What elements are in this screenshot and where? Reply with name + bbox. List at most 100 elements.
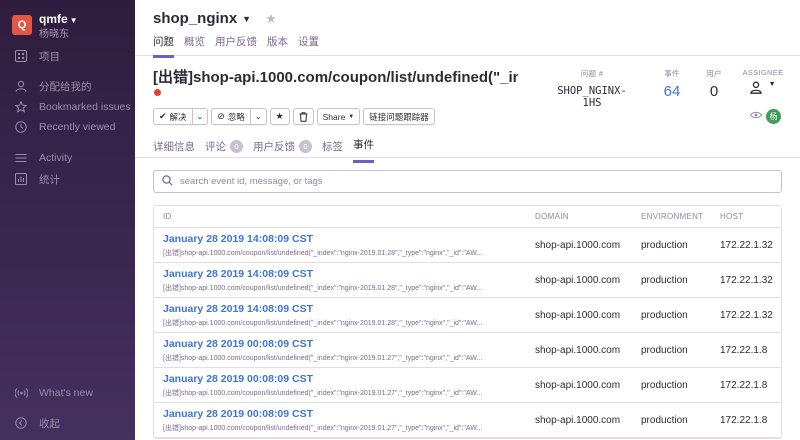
sidebar-item-recent[interactable]: Recently viewed [14,118,115,136]
event-link[interactable]: January 28 2019 14:08:09 CST [163,233,518,245]
event-domain: shop-api.1000.com [535,344,621,356]
chevron-down-icon: ▼ [242,13,252,24]
sidebar-item-label: 分配给我的 [39,80,92,93]
event-domain: shop-api.1000.com [535,309,621,321]
sidebar-item-activity[interactable]: Activity [14,149,72,167]
assignee-selector[interactable]: ▼ [742,81,784,98]
events-table: ID DOMAIN ENVIRONMENT HOST January 28 20… [153,205,782,439]
events-count[interactable]: 64 [658,83,686,100]
issue-id-stat: 问题 # SHOP_NGINX-1HS [550,68,634,109]
sidebar-item-whats-new[interactable]: What's new [14,384,93,402]
event-message: [出错]shop-api.1000.com/coupon/list/undefi… [163,249,483,257]
sidebar-item-label: Recently viewed [39,121,116,133]
sidebar-item-label: Bookmarked issues [39,101,131,113]
sidebar-item-label: Activity [39,152,73,164]
link-issue-tracker-label: 链接问题跟踪器 [369,111,429,122]
resolve-label: 解决 [169,111,187,122]
eye-icon[interactable] [749,110,763,122]
tab-user-feedback[interactable]: 用户反馈 0 [253,137,312,163]
resolve-button-group: ✔ 解决 ⌄ [153,108,209,125]
sidebar-item-projects[interactable]: 项目 [14,47,60,65]
tab-user-feedback[interactable]: 用户反馈 [215,34,257,58]
table-row[interactable]: January 28 2019 14:08:09 CST [出错]shop-api… [154,263,781,298]
tab-details[interactable]: 详细信息 [153,137,195,163]
event-link[interactable]: January 28 2019 14:08:09 CST [163,303,518,315]
table-row[interactable]: January 28 2019 00:08:09 CST [出错]shop-api… [154,403,781,438]
sidebar-item-stats[interactable]: 统计 [14,170,60,188]
event-search [153,170,782,193]
ignore-button-group: ⊘ 忽略 ⌄ [211,108,267,125]
sidebar-item-bookmarked[interactable]: Bookmarked issues [14,98,131,116]
issue-id-label: 问题 # [580,69,604,78]
sidebar-item-assigned[interactable]: 分配给我的 [14,77,92,95]
link-issue-tracker-button[interactable]: 链接问题跟踪器 [363,108,435,125]
event-link[interactable]: January 28 2019 00:08:09 CST [163,373,518,385]
star-icon[interactable]: ★ [265,11,277,27]
issue-tabs: 详细信息 评论 0 用户反馈 0 标签 事件 [153,137,384,163]
tab-settings[interactable]: 设置 [298,34,319,58]
tab-overview[interactable]: 概览 [184,34,205,58]
star-icon [14,100,28,114]
column-header-id: ID [163,212,172,221]
event-domain: shop-api.1000.com [535,414,621,426]
org-name: qmfe [39,12,68,26]
sidebar-item-collapse[interactable]: 收起 [14,414,60,432]
count-badge: 0 [299,139,312,153]
list-icon [14,151,28,165]
search-input[interactable] [180,176,740,187]
assignee-label: ASSIGNEE [742,68,784,77]
chevron-down-icon: ⌄ [196,112,204,121]
table-row[interactable]: January 28 2019 14:08:09 CST [出错]shop-api… [154,228,781,263]
share-button[interactable]: Share ▼ [316,108,361,125]
event-environment: production [641,274,688,286]
share-label: Share [322,111,346,122]
sidebar-item-label: 项目 [39,50,60,63]
tab-issues[interactable]: 问题 [153,34,174,58]
tab-comments[interactable]: 评论 0 [205,137,243,163]
issue-title: [出错]shop-api.1000.com/coupon/list/undefi… [153,69,518,86]
resolve-dropdown-button[interactable]: ⌄ [192,108,209,125]
users-label: 用户 [706,69,722,78]
project-name: shop_nginx [153,10,238,27]
event-link[interactable]: January 28 2019 00:08:09 CST [163,408,518,420]
event-host: 172.22.1.32 [720,309,773,321]
tab-events[interactable]: 事件 [353,137,374,163]
column-header-environment: ENVIRONMENT [641,212,704,221]
org-switcher[interactable]: Q qmfe ▼ 杨晓东 [12,12,78,42]
ignore-button[interactable]: ⊘ 忽略 [211,108,251,125]
tab-releases[interactable]: 版本 [267,34,288,58]
star-icon: ★ [275,111,284,121]
chevron-down-icon: ⌄ [254,112,262,121]
delete-button[interactable] [292,108,314,125]
check-icon: ✔ [159,111,167,121]
event-domain: shop-api.1000.com [535,274,621,286]
event-host: 172.22.1.8 [720,414,768,426]
avatar[interactable]: 杨 [766,109,781,124]
event-environment: production [641,414,688,426]
event-link[interactable]: January 28 2019 14:08:09 CST [163,268,518,280]
event-message: [出错]shop-api.1000.com/coupon/list/undefi… [163,424,483,432]
event-host: 172.22.1.32 [720,274,773,286]
table-row[interactable]: January 28 2019 14:08:09 CST [出错]shop-api… [154,298,781,333]
count-badge: 0 [230,139,243,153]
event-message: [出错]shop-api.1000.com/coupon/list/undefi… [163,389,483,397]
table-row[interactable]: January 28 2019 00:08:09 CST [出错]shop-api… [154,333,781,368]
issue-id-value: SHOP_NGINX-1HS [557,85,627,109]
ignore-dropdown-button[interactable]: ⌄ [250,108,267,125]
event-message: [出错]shop-api.1000.com/coupon/list/undefi… [163,319,483,327]
event-environment: production [641,344,688,356]
issue-actions: ✔ 解决 ⌄ ⊘ 忽略 ⌄ ★ Share ▼ 链接问题跟踪器 [153,108,438,125]
project-selector[interactable]: shop_nginx ▼ ★ [153,10,277,27]
project-tabs: 问题 概览 用户反馈 版本 设置 [153,34,329,58]
event-message: [出错]shop-api.1000.com/coupon/list/undefi… [163,354,483,362]
event-host: 172.22.1.8 [720,344,768,356]
tab-tags[interactable]: 标签 [322,137,343,163]
tab-label: 详细信息 [153,140,195,153]
tab-label: 事件 [353,139,374,151]
bookmark-button[interactable]: ★ [269,108,290,125]
org-user-name: 杨晓东 [39,29,69,40]
resolve-button[interactable]: ✔ 解决 [153,108,193,125]
table-row[interactable]: January 28 2019 00:08:09 CST [出错]shop-api… [154,368,781,403]
event-link[interactable]: January 28 2019 00:08:09 CST [163,338,518,350]
column-header-host: HOST [720,212,744,221]
